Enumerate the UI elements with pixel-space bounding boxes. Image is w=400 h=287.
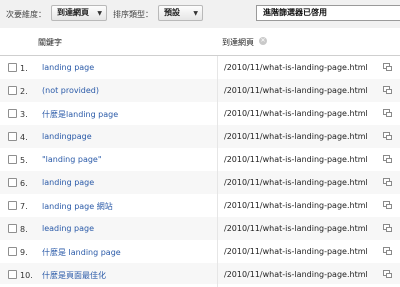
secondary-dimension-dropdown[interactable]: 到達網頁 ▼ [51, 5, 107, 21]
table-row: 9. 什麼是 landing page /2010/11/what-is-lan… [0, 240, 400, 265]
table-row: 10. 什麼是頁面最佳化 /2010/11/what-is-landing-pa… [0, 263, 400, 287]
external-link-icon[interactable] [383, 247, 392, 255]
row-index: 9. [20, 248, 28, 257]
row-index: 1. [20, 64, 28, 73]
external-link-icon[interactable] [383, 109, 392, 117]
table-row: 4. landingpage /2010/11/what-is-landing-… [0, 125, 400, 150]
keyword-link[interactable]: 什麼是頁面最佳化 [42, 270, 106, 281]
column-divider [217, 217, 218, 241]
keyword-link[interactable]: leading page [42, 224, 94, 233]
landing-page-value: /2010/11/what-is-landing-page.html [224, 109, 368, 118]
row-checkbox[interactable] [8, 86, 17, 95]
landing-page-value: /2010/11/what-is-landing-page.html [224, 132, 368, 141]
row-index: 5. [20, 156, 28, 165]
advanced-filter-status[interactable]: 進階篩選器已啓用 [256, 5, 400, 21]
landing-page-value: /2010/11/what-is-landing-page.html [224, 201, 368, 210]
row-index: 10. [20, 271, 33, 280]
column-divider [217, 194, 218, 218]
sort-type-dropdown[interactable]: 預設 ▼ [158, 5, 203, 21]
external-link-icon[interactable] [383, 270, 392, 278]
keyword-column-header[interactable]: 關鍵字 [38, 37, 62, 48]
row-checkbox[interactable] [8, 247, 17, 256]
secondary-dimension-label: 次要維度： [6, 10, 46, 19]
table-row: 1. landing page /2010/11/what-is-landing… [0, 56, 400, 81]
table-row: 8. leading page /2010/11/what-is-landing… [0, 217, 400, 242]
external-link-icon[interactable] [383, 132, 392, 140]
sort-type-label: 排序類型： [113, 10, 153, 19]
row-checkbox[interactable] [8, 63, 17, 72]
landing-page-value: /2010/11/what-is-landing-page.html [224, 155, 368, 164]
landing-page-value: /2010/11/what-is-landing-page.html [224, 178, 368, 187]
landing-page-column-header[interactable]: 到達網頁 [222, 37, 254, 48]
row-index: 4. [20, 133, 28, 142]
external-link-icon[interactable] [383, 63, 392, 71]
table-row: 3. 什麼是landing page /2010/11/what-is-land… [0, 102, 400, 127]
keyword-link[interactable]: landingpage [42, 132, 92, 141]
landing-page-value: /2010/11/what-is-landing-page.html [224, 63, 368, 72]
column-divider [217, 56, 218, 80]
external-link-icon[interactable] [383, 201, 392, 209]
row-index: 3. [20, 110, 28, 119]
external-link-icon[interactable] [383, 155, 392, 163]
keyword-link[interactable]: landing page 網站 [42, 201, 113, 212]
table-row: 7. landing page 網站 /2010/11/what-is-land… [0, 194, 400, 219]
keyword-link[interactable]: (not provided) [42, 86, 99, 95]
column-divider [217, 125, 218, 149]
landing-page-value: /2010/11/what-is-landing-page.html [224, 270, 368, 279]
external-link-icon[interactable] [383, 224, 392, 232]
row-checkbox[interactable] [8, 132, 17, 141]
landing-page-value: /2010/11/what-is-landing-page.html [224, 247, 368, 256]
external-link-icon[interactable] [383, 86, 392, 94]
row-checkbox[interactable] [8, 155, 17, 164]
table-toolbar: 次要維度： 到達網頁 ▼ 排序類型： 預設 ▼ 進階篩選器已啓用 [0, 0, 400, 29]
keyword-link[interactable]: "landing page" [42, 155, 102, 164]
row-checkbox[interactable] [8, 224, 17, 233]
sort-type-value: 預設 [164, 8, 180, 17]
column-divider [217, 171, 218, 195]
column-divider [217, 263, 218, 287]
close-circle-icon[interactable]: ✕ [259, 37, 267, 45]
keyword-link[interactable]: 什麼是landing page [42, 109, 118, 120]
row-index: 8. [20, 225, 28, 234]
column-divider [217, 102, 218, 126]
landing-page-value: /2010/11/what-is-landing-page.html [224, 224, 368, 233]
row-checkbox[interactable] [8, 178, 17, 187]
caret-down-icon: ▼ [97, 10, 102, 17]
caret-down-icon: ▼ [193, 10, 198, 17]
row-index: 7. [20, 202, 28, 211]
secondary-dimension-value: 到達網頁 [57, 8, 89, 17]
column-divider [217, 148, 218, 172]
keyword-link[interactable]: 什麼是 landing page [42, 247, 121, 258]
table-header: 關鍵字 到達網頁 ✕ [0, 28, 400, 56]
keyword-link[interactable]: landing page [42, 178, 94, 187]
row-checkbox[interactable] [8, 270, 17, 279]
row-checkbox[interactable] [8, 201, 17, 210]
table-row: 2. (not provided) /2010/11/what-is-landi… [0, 79, 400, 104]
landing-page-value: /2010/11/what-is-landing-page.html [224, 86, 368, 95]
table-row: 5. "landing page" /2010/11/what-is-landi… [0, 148, 400, 173]
table-row: 6. landing page /2010/11/what-is-landing… [0, 171, 400, 196]
column-divider [217, 240, 218, 264]
row-index: 6. [20, 179, 28, 188]
row-checkbox[interactable] [8, 109, 17, 118]
row-index: 2. [20, 87, 28, 96]
external-link-icon[interactable] [383, 178, 392, 186]
keyword-link[interactable]: landing page [42, 63, 94, 72]
column-divider [217, 79, 218, 103]
